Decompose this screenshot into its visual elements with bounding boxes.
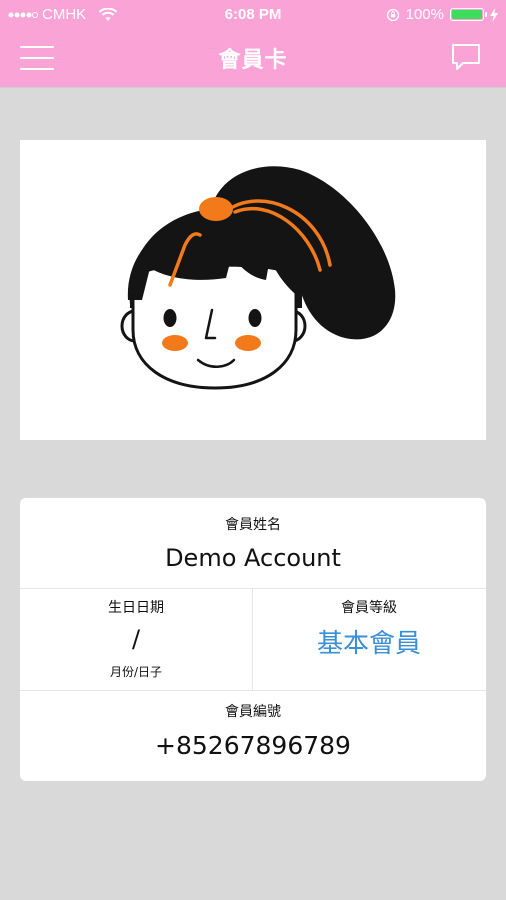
member-tier-label: 會員等級 [341,600,397,616]
member-details-row: 生日日期 / 月份/日子 會員等級 基本會員 [20,589,486,691]
battery-fill [452,10,482,19]
member-tier-section: 會員等級 基本會員 [253,589,485,690]
battery-percent: 100% [405,6,444,23]
battery-status: 100% [386,6,498,23]
nav-bar: 會員卡 [0,30,506,88]
member-number-section: 會員編號 +85267896789 [20,691,486,781]
page-title: 會員卡 [218,48,288,73]
charging-bolt-icon [490,7,498,22]
orientation-lock-icon [386,8,399,21]
birthday-format-hint: 月份/日子 [109,665,163,679]
chat-bubble-icon[interactable] [450,42,482,72]
member-name-section: 會員姓名 Demo Account [20,498,486,589]
status-bar: CMHK 6:08 PM 100% [0,0,506,30]
girl-avatar-illustration [120,166,396,390]
birthday-value: / [131,625,141,653]
member-name-label: 會員姓名 [225,517,281,533]
birthday-label: 生日日期 [108,600,164,616]
member-name-value: Demo Account [165,544,341,572]
member-number-label: 會員編號 [225,704,281,720]
birthday-section: 生日日期 / 月份/日子 [20,589,253,690]
member-info-card: 會員姓名 Demo Account 生日日期 / 月份/日子 會員等級 基本會員… [20,498,486,781]
battery-icon [450,8,487,21]
member-tier-value: 基本會員 [316,629,421,659]
member-avatar-card [20,140,486,440]
member-number-value: +85267896789 [155,731,351,760]
